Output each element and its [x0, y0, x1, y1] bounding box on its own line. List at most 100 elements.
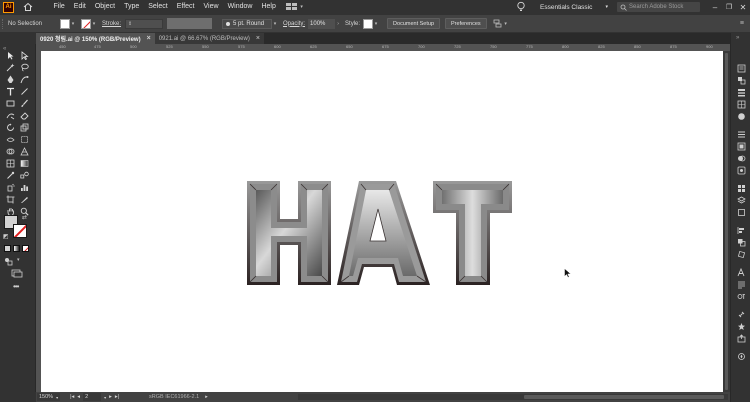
close-icon[interactable]: ×: [147, 35, 151, 42]
chevron-down-icon[interactable]: ▾: [104, 395, 106, 400]
last-artboard-icon[interactable]: ▸|: [115, 394, 119, 400]
vertical-scrollbar[interactable]: [723, 51, 730, 392]
gradient-tool-icon[interactable]: [19, 158, 29, 168]
shape-builder-icon[interactable]: [5, 146, 15, 156]
chevron-down-icon[interactable]: ▾: [91, 19, 97, 29]
blend-tool-icon[interactable]: [19, 170, 29, 180]
color-mode-button[interactable]: [4, 245, 11, 252]
default-colors-icon[interactable]: ◩: [3, 233, 9, 240]
gradient-panel-icon[interactable]: [736, 141, 746, 151]
chevron-down-icon[interactable]: ▾: [70, 19, 76, 29]
previous-artboard-icon[interactable]: ◂: [77, 394, 80, 400]
arrange-documents-button[interactable]: ▾: [286, 3, 303, 11]
chevron-down-icon[interactable]: ▾: [373, 19, 379, 29]
stroke-color-swatch[interactable]: [13, 224, 27, 238]
next-artboard-icon[interactable]: ▸: [109, 394, 112, 400]
menu-object[interactable]: Object: [90, 0, 119, 14]
menu-type[interactable]: Type: [120, 0, 144, 14]
character-icon[interactable]: [736, 267, 746, 277]
swap-fill-stroke-icon[interactable]: ⇄: [22, 214, 27, 221]
expand-panels-icon[interactable]: »: [736, 35, 739, 41]
selection-tool-icon[interactable]: [5, 50, 15, 60]
horizontal-scrollbar[interactable]: [298, 394, 728, 400]
chevron-down-icon[interactable]: ▾: [272, 19, 278, 29]
chevron-right-icon[interactable]: ›: [335, 19, 341, 29]
lasso-icon[interactable]: [19, 62, 29, 72]
close-button[interactable]: ✕: [736, 0, 750, 14]
asset-export-icon[interactable]: [736, 333, 746, 343]
rectangle-tool-icon[interactable]: [5, 98, 15, 108]
horizontal-ruler[interactable]: 450 475 500 525 550 575 600 625 650 675 …: [36, 44, 730, 51]
menu-effect[interactable]: Effect: [172, 0, 199, 14]
links-icon[interactable]: [736, 309, 746, 319]
opacity-input[interactable]: 100%: [308, 18, 336, 29]
document-setup-button[interactable]: Document Setup: [387, 18, 441, 29]
preferences-button[interactable]: Preferences: [445, 18, 487, 29]
gradient-mode-button[interactable]: [13, 245, 20, 252]
grip-handle[interactable]: [2, 18, 4, 29]
free-transform-icon[interactable]: [19, 134, 29, 144]
brush-definition-select[interactable]: 5 pt. Round: [222, 18, 273, 29]
tab-document-1[interactable]: 0920 청림.ai @ 150% (RGB/Preview) ×: [36, 33, 155, 44]
transform-icon[interactable]: [736, 249, 746, 259]
bar-graph-icon[interactable]: [19, 182, 29, 192]
symbol-sprayer-icon[interactable]: [5, 182, 15, 192]
menu-select[interactable]: Select: [144, 0, 172, 14]
pen-tool-icon[interactable]: [5, 74, 15, 84]
zoom-select[interactable]: 150% ▾: [37, 393, 61, 401]
screen-mode-icon[interactable]: [11, 269, 23, 278]
eraser-icon[interactable]: [19, 110, 29, 120]
menu-view[interactable]: View: [199, 0, 223, 14]
stock-search-input[interactable]: Search Adobe Stock: [617, 2, 700, 12]
status-menu-icon[interactable]: ▸: [205, 394, 208, 400]
paintbrush-icon[interactable]: [19, 98, 29, 108]
home-icon[interactable]: [22, 1, 34, 13]
perspective-grid-icon[interactable]: [19, 146, 29, 156]
properties-icon[interactable]: [736, 63, 746, 73]
layers-icon[interactable]: [736, 195, 746, 205]
menu-window[interactable]: Window: [223, 0, 257, 14]
scale-tool-icon[interactable]: [19, 122, 29, 132]
color-panel-icon[interactable]: [736, 75, 746, 85]
artboard-number-input[interactable]: 2: [83, 393, 102, 401]
align-icon[interactable]: [736, 225, 746, 235]
scroll-thumb[interactable]: [524, 395, 724, 399]
stroke-label[interactable]: Stroke:: [102, 21, 121, 27]
artboard-canvas[interactable]: [41, 51, 723, 392]
shaper-tool-icon[interactable]: [5, 110, 15, 120]
transparency-icon[interactable]: [736, 153, 746, 163]
arrange-icon[interactable]: [493, 19, 503, 29]
artboards-icon[interactable]: [736, 207, 746, 217]
graphic-style-swatch[interactable]: [363, 18, 374, 29]
first-artboard-icon[interactable]: |◂: [70, 394, 74, 400]
variable-width-profile[interactable]: [167, 18, 213, 29]
none-mode-button[interactable]: [22, 245, 29, 252]
workspace-switcher[interactable]: Essentials Classic ▾: [534, 2, 612, 13]
opacity-label[interactable]: Opacity:: [283, 21, 305, 27]
symbols-icon[interactable]: [736, 321, 746, 331]
maximize-button[interactable]: ❐: [722, 0, 736, 14]
curvature-tool-icon[interactable]: [19, 74, 29, 84]
direct-selection-tool-icon[interactable]: [19, 50, 29, 60]
artboard-tool-icon[interactable]: [5, 194, 15, 204]
stroke-panel-icon[interactable]: [736, 129, 746, 139]
opentype-icon[interactable]: [736, 291, 746, 301]
panel-menu-icon[interactable]: ≡: [740, 20, 744, 27]
menu-file[interactable]: File: [49, 0, 69, 14]
draw-mode-icon[interactable]: [4, 257, 13, 266]
brushes-icon[interactable]: [736, 111, 746, 121]
rotate-tool-icon[interactable]: [5, 122, 15, 132]
mesh-tool-icon[interactable]: [5, 158, 15, 168]
chevron-down-icon[interactable]: ▾: [503, 19, 509, 29]
line-tool-icon[interactable]: [19, 86, 29, 96]
menu-edit[interactable]: Edit: [69, 0, 90, 14]
navigator-icon[interactable]: [736, 351, 746, 361]
pathfinder-icon[interactable]: [736, 237, 746, 247]
color-guide-icon[interactable]: [736, 87, 746, 97]
slice-tool-icon[interactable]: [19, 194, 29, 204]
stroke-weight-stepper[interactable]: ⇕: [125, 18, 164, 29]
swatches-icon[interactable]: [736, 99, 746, 109]
menu-help[interactable]: Help: [257, 0, 280, 14]
paragraph-icon[interactable]: [736, 279, 746, 289]
appearance-icon[interactable]: [736, 165, 746, 175]
